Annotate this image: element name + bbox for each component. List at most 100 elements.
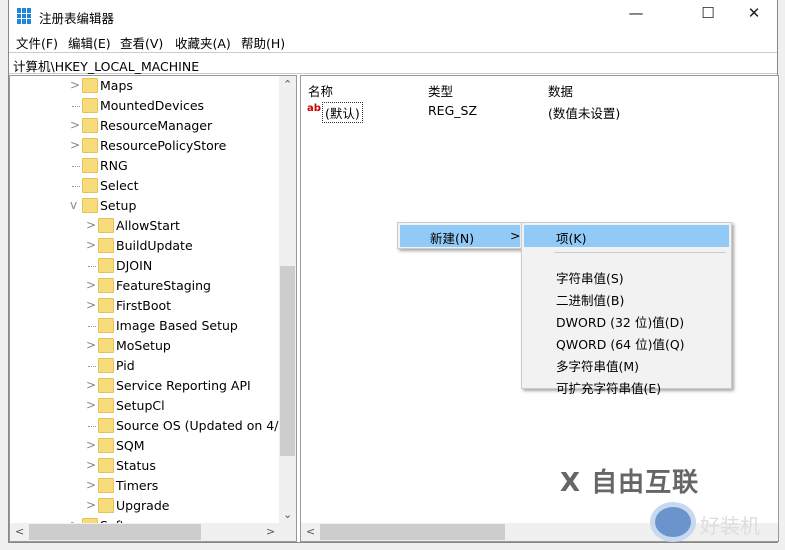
tree-item-label: DJOIN [116, 258, 153, 273]
tree-item[interactable]: > ResourceManager [10, 116, 280, 136]
tree-item[interactable]: > SetupCl [10, 396, 280, 416]
tree-line [88, 326, 96, 327]
tree-item[interactable]: Image Based Setup [10, 316, 280, 336]
column-header-data[interactable]: 数据 [548, 81, 573, 100]
folder-icon [98, 398, 114, 413]
tree-item[interactable]: > SQM [10, 436, 280, 456]
registry-tree: >Software>Upgrade>Timers>Status>SQMSourc… [9, 75, 297, 542]
chevron-right-icon[interactable]: > [70, 118, 80, 132]
tree-item-label: Upgrade [116, 498, 170, 513]
menu-favorites[interactable]: 收藏夹(A) [175, 33, 231, 52]
chevron-right-icon[interactable]: > [86, 298, 96, 312]
folder-icon [98, 438, 114, 453]
tree-item[interactable]: > ResourcePolicyStore [10, 136, 280, 156]
tree-item[interactable]: > Service Reporting API [10, 376, 280, 396]
folder-icon [98, 338, 114, 353]
tree-item[interactable]: > BuildUpdate [10, 236, 280, 256]
submenu-item[interactable]: 可扩充字符串值(E) [524, 375, 729, 397]
chevron-right-icon[interactable]: > [86, 478, 96, 492]
submenu-item[interactable]: QWORD (64 位)值(Q) [524, 331, 729, 353]
tree-horizontal-scroll-thumb[interactable] [29, 524, 201, 540]
scroll-up-icon[interactable]: ⌃ [283, 78, 292, 91]
chevron-right-icon[interactable]: > [86, 378, 96, 392]
tree-line [88, 426, 96, 427]
folder-icon [98, 358, 114, 373]
column-header-type[interactable]: 类型 [428, 81, 453, 100]
tree-item[interactable]: Select [10, 176, 280, 196]
menu-item-new[interactable]: 新建(N) > [400, 225, 520, 247]
title-bar: 注册表编辑器 — ☐ ✕ [9, 0, 777, 32]
folder-icon [98, 258, 114, 273]
chevron-right-icon[interactable]: > [86, 218, 96, 232]
tree-item[interactable]: MountedDevices [10, 96, 280, 116]
tree-item-label: Select [100, 178, 139, 193]
chevron-right-icon[interactable]: > [86, 238, 96, 252]
tree-item[interactable]: > Status [10, 456, 280, 476]
submenu-item[interactable]: DWORD (32 位)值(D) [524, 309, 729, 331]
tree-item-label: Service Reporting API [116, 378, 251, 393]
folder-icon [82, 178, 98, 193]
tree-item-label: AllowStart [116, 218, 180, 233]
folder-icon [98, 278, 114, 293]
tree-item-label: Setup [100, 198, 137, 213]
tree-item[interactable]: > Timers [10, 476, 280, 496]
values-horizontal-scroll-thumb[interactable] [320, 524, 505, 540]
tree-item[interactable]: > FeatureStaging [10, 276, 280, 296]
tree-item-label: FirstBoot [116, 298, 172, 313]
regedit-app-icon [17, 8, 33, 24]
submenu-item[interactable]: 字符串值(S) [524, 265, 729, 287]
chevron-right-icon[interactable]: > [86, 498, 96, 512]
scroll-left-icon[interactable]: < [15, 525, 24, 538]
chevron-right-icon[interactable]: > [86, 278, 96, 292]
scroll-right-icon[interactable]: > [266, 525, 275, 538]
tree-item[interactable]: > MoSetup [10, 336, 280, 356]
tree-item-label: MoSetup [116, 338, 171, 353]
value-type: REG_SZ [428, 103, 478, 118]
tree-item[interactable]: Pid [10, 356, 280, 376]
tree-item[interactable]: v Setup [10, 196, 280, 216]
folder-icon [82, 118, 98, 133]
close-button[interactable]: ✕ [739, 4, 769, 26]
tree-vertical-scroll-thumb[interactable] [280, 266, 295, 456]
menu-file[interactable]: 文件(F) [16, 33, 58, 52]
column-header-name[interactable]: 名称 [308, 81, 333, 100]
chevron-right-icon[interactable]: > [70, 78, 80, 92]
maximize-button[interactable]: ☐ [693, 4, 723, 26]
menu-edit[interactable]: 编辑(E) [68, 33, 111, 52]
tree-item-label: ResourcePolicyStore [100, 138, 227, 153]
tree-line [72, 186, 80, 187]
tree-item[interactable]: > AllowStart [10, 216, 280, 236]
chevron-right-icon[interactable]: > [86, 438, 96, 452]
menu-bar: 文件(F) 编辑(E) 查看(V) 收藏夹(A) 帮助(H) [9, 31, 777, 51]
tree-item[interactable]: > Upgrade [10, 496, 280, 516]
chevron-right-icon[interactable]: > [86, 398, 96, 412]
tree-item[interactable]: > Maps [10, 76, 280, 96]
scroll-down-icon[interactable]: ⌄ [283, 508, 292, 521]
submenu-item[interactable]: 二进制值(B) [524, 287, 729, 309]
tree-horizontal-scrollbar[interactable]: < > [10, 523, 296, 541]
minimize-button[interactable]: — [621, 4, 651, 26]
submenu-item[interactable]: 多字符串值(M) [524, 353, 729, 375]
tree-item[interactable]: Source OS (Updated on 4/2 [10, 416, 286, 436]
menu-view[interactable]: 查看(V) [120, 33, 163, 52]
tree-item[interactable]: DJOIN [10, 256, 280, 276]
chevron-down-icon[interactable]: v [70, 198, 80, 212]
tree-item-label: Source OS (Updated on 4/2 [116, 418, 287, 433]
tree-vertical-scrollbar[interactable]: ⌃ ⌄ [279, 76, 296, 524]
scroll-left-icon[interactable]: < [306, 525, 315, 538]
tree-item-label: SetupCl [116, 398, 165, 413]
chevron-right-icon[interactable]: > [70, 138, 80, 152]
tree-item-label: Timers [116, 478, 159, 493]
value-name[interactable]: (默认) [322, 102, 363, 123]
chevron-right-icon[interactable]: > [86, 458, 96, 472]
folder-icon [98, 238, 114, 253]
tree-item-label: Maps [100, 78, 133, 93]
folder-icon [82, 98, 98, 113]
tree-item[interactable]: RNG [10, 156, 280, 176]
address-bar[interactable]: 计算机\HKEY_LOCAL_MACHINE [9, 52, 777, 74]
tree-item[interactable]: > FirstBoot [10, 296, 280, 316]
submenu-item[interactable]: 项(K) [524, 225, 729, 247]
value-data: (数值未设置) [548, 106, 621, 121]
menu-help[interactable]: 帮助(H) [241, 33, 285, 52]
chevron-right-icon[interactable]: > [86, 338, 96, 352]
